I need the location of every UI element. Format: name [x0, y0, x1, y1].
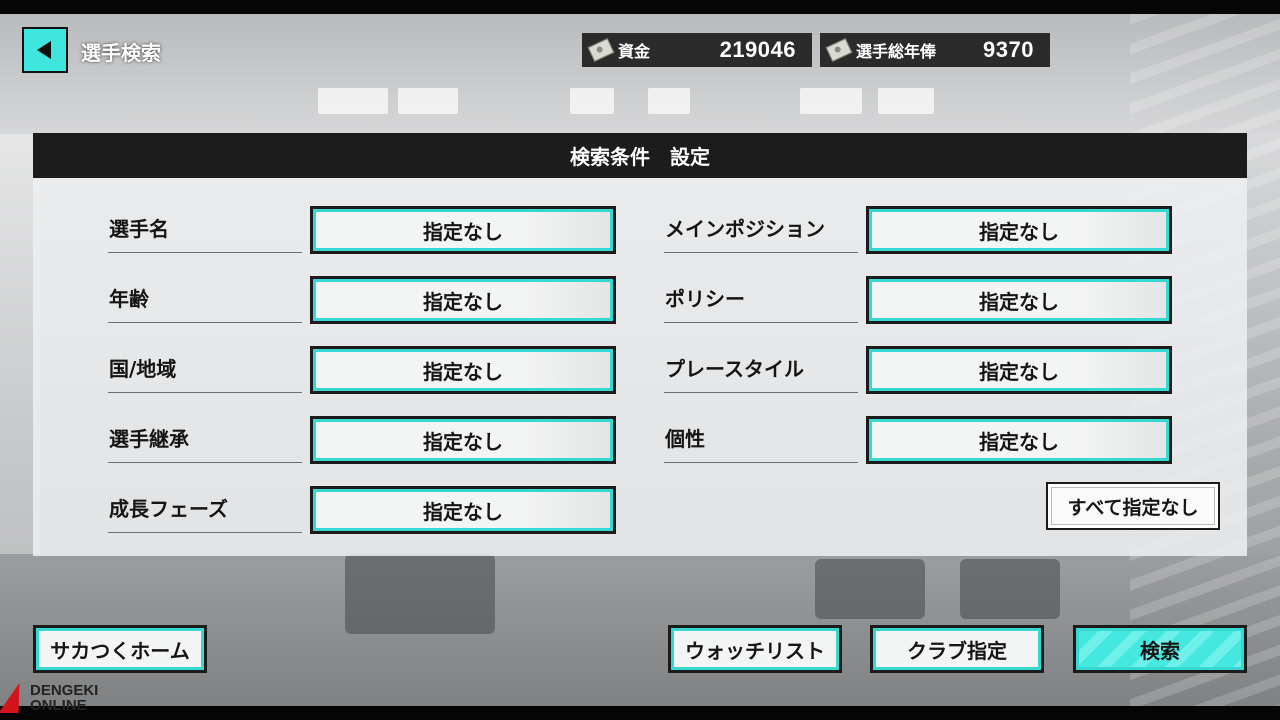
age-selector[interactable]: 指定なし [310, 276, 616, 324]
club-filter-button-label: クラブ指定 [876, 631, 1038, 667]
salary-total-value: 9370 [983, 37, 1034, 62]
ceiling-light [318, 88, 388, 114]
back-arrow-icon [36, 41, 51, 59]
money-icon [587, 38, 615, 62]
watermark-text: DENGEKI ONLINE [30, 683, 98, 713]
field-label-country: 国/地域 [108, 345, 302, 393]
policy-selector[interactable]: 指定なし [866, 276, 1172, 324]
growth-phase-selector[interactable]: 指定なし [310, 486, 616, 534]
money-icon [825, 38, 853, 62]
selector-value: 指定なし [872, 212, 1166, 248]
office-chair [960, 559, 1060, 619]
selector-value: 指定なし [316, 422, 610, 458]
letterbox-bottom [0, 706, 1280, 720]
home-button[interactable]: サカつくホーム [33, 625, 207, 673]
field-label-main-position: メインポジション [664, 205, 858, 253]
screen-title: 選手検索 [81, 41, 161, 65]
individuality-selector[interactable]: 指定なし [866, 416, 1172, 464]
selector-value: 指定なし [316, 352, 610, 388]
field-label-player-inheritance: 選手継承 [108, 415, 302, 463]
player-name-selector[interactable]: 指定なし [310, 206, 616, 254]
clear-all-button[interactable]: すべて指定なし [1046, 482, 1220, 530]
field-label-growth-phase: 成長フェーズ [108, 485, 302, 533]
search-button[interactable]: 検索 [1073, 625, 1247, 673]
ceiling-light [398, 88, 458, 114]
field-label-play-style: プレースタイル [664, 345, 858, 393]
field-label-policy: ポリシー [664, 275, 858, 323]
letterbox-top [0, 0, 1280, 14]
clear-all-label: すべて指定なし [1051, 487, 1215, 525]
salary-total-label: 選手総年俸 [856, 42, 937, 61]
selector-value: 指定なし [316, 212, 610, 248]
field-label-individuality: 個性 [664, 415, 858, 463]
selector-value: 指定なし [872, 352, 1166, 388]
selector-value: 指定なし [872, 282, 1166, 318]
office-chair [345, 554, 495, 634]
ceiling-light [878, 88, 934, 114]
main-position-selector[interactable]: 指定なし [866, 206, 1172, 254]
lightning-logo-icon [0, 683, 30, 713]
selector-value: 指定なし [872, 422, 1166, 458]
play-style-selector[interactable]: 指定なし [866, 346, 1172, 394]
home-button-label: サカつくホーム [39, 631, 201, 667]
funds-display: 資金 219046 [582, 33, 812, 67]
player-inheritance-selector[interactable]: 指定なし [310, 416, 616, 464]
field-label-age: 年齢 [108, 275, 302, 323]
panel-title: 検索条件 設定 [33, 133, 1247, 178]
search-button-label: 検索 [1079, 631, 1241, 667]
funds-value: 219046 [719, 37, 796, 62]
ceiling [0, 14, 1280, 134]
watermark-line2: ONLINE [30, 697, 87, 714]
salary-total-display: 選手総年俸 9370 [820, 33, 1050, 67]
watchlist-button[interactable]: ウォッチリスト [668, 625, 842, 673]
ceiling-light [570, 88, 614, 114]
back-button[interactable] [22, 27, 68, 73]
watermark: DENGEKI ONLINE [0, 680, 98, 716]
selector-value: 指定なし [316, 492, 610, 528]
funds-label: 資金 [618, 42, 651, 61]
ceiling-light [648, 88, 690, 114]
club-filter-button[interactable]: クラブ指定 [870, 625, 1044, 673]
office-chair [815, 559, 925, 619]
watermark-line1: DENGEKI [30, 682, 99, 699]
ceiling-light [800, 88, 862, 114]
watchlist-button-label: ウォッチリスト [674, 631, 836, 667]
country-selector[interactable]: 指定なし [310, 346, 616, 394]
field-label-player-name: 選手名 [108, 205, 302, 253]
selector-value: 指定なし [316, 282, 610, 318]
